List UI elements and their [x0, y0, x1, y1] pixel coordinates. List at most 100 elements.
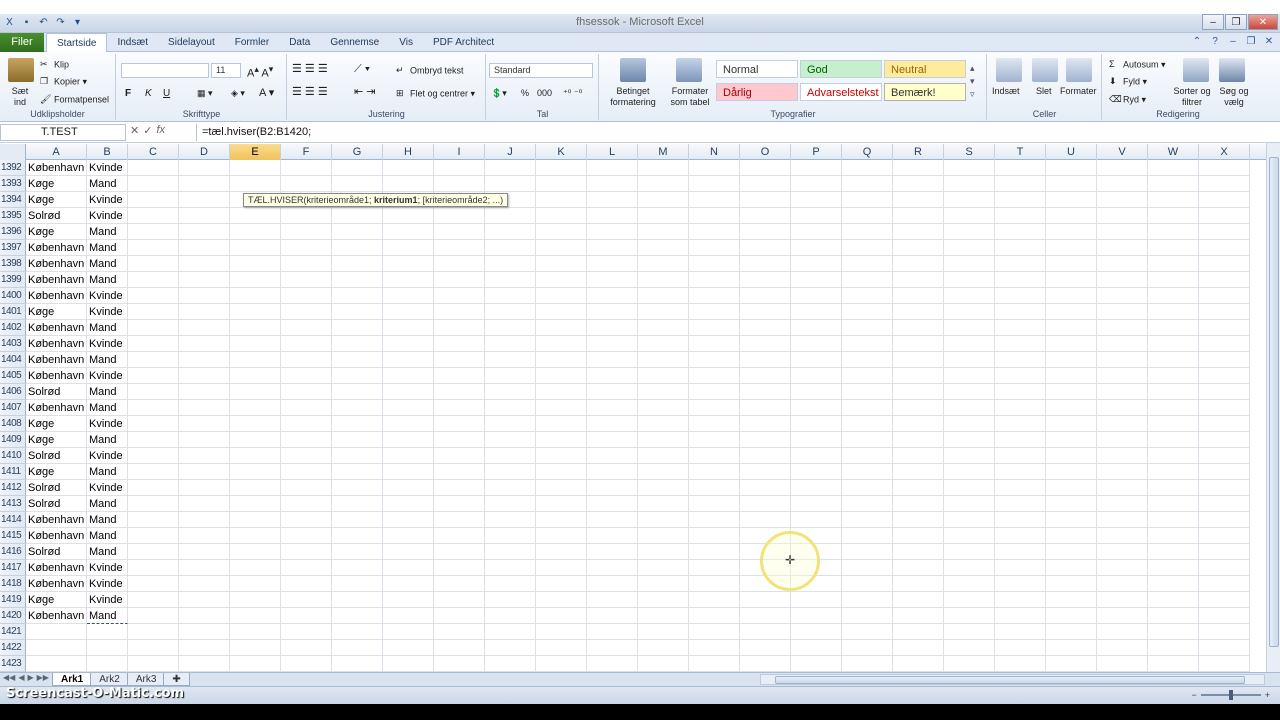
cell-f[interactable]	[281, 464, 332, 480]
cell-c[interactable]	[128, 256, 179, 272]
cell-w[interactable]	[1148, 608, 1199, 624]
cell-i[interactable]	[434, 368, 485, 384]
cell-g[interactable]	[332, 288, 383, 304]
cell-d[interactable]	[179, 512, 230, 528]
cell-w[interactable]	[1148, 208, 1199, 224]
cell-b[interactable]: Mand	[87, 224, 128, 240]
cell-m[interactable]	[638, 592, 689, 608]
cell-w[interactable]	[1148, 176, 1199, 192]
cell-d[interactable]	[179, 576, 230, 592]
workbook-close-icon[interactable]: ✕	[1262, 35, 1276, 49]
cell-j[interactable]	[485, 320, 536, 336]
cell-e[interactable]	[230, 304, 281, 320]
cell-b[interactable]: Kvinde	[87, 160, 128, 176]
cell-p[interactable]	[791, 480, 842, 496]
cell-h[interactable]	[383, 400, 434, 416]
cell-r[interactable]	[893, 528, 944, 544]
vertical-scroll-thumb[interactable]	[1269, 157, 1279, 647]
cell-t[interactable]	[995, 368, 1046, 384]
cell-e[interactable]	[230, 592, 281, 608]
cell-k[interactable]	[536, 320, 587, 336]
cell-m[interactable]	[638, 528, 689, 544]
copy-button[interactable]: ❐ Kopier ▾	[40, 76, 87, 88]
cell-o[interactable]	[740, 256, 791, 272]
cell-h[interactable]	[383, 368, 434, 384]
cell-x[interactable]	[1199, 496, 1250, 512]
cell-g[interactable]	[332, 320, 383, 336]
cell-n[interactable]	[689, 464, 740, 480]
cell-r[interactable]	[893, 288, 944, 304]
cell-l[interactable]	[587, 544, 638, 560]
cell-g[interactable]	[332, 480, 383, 496]
cell-r[interactable]	[893, 368, 944, 384]
cell-u[interactable]	[1046, 176, 1097, 192]
cell-v[interactable]	[1097, 608, 1148, 624]
cell-a[interactable]: København	[26, 240, 87, 256]
cell-s[interactable]	[944, 208, 995, 224]
cell-t[interactable]	[995, 240, 1046, 256]
cell-r[interactable]	[893, 272, 944, 288]
cell-x[interactable]	[1199, 192, 1250, 208]
cell-a[interactable]: Køge	[26, 416, 87, 432]
cell-b[interactable]: Mand	[87, 176, 128, 192]
cell-q[interactable]	[842, 304, 893, 320]
cell-x[interactable]	[1199, 432, 1250, 448]
cell-d[interactable]	[179, 496, 230, 512]
cell-i[interactable]	[434, 608, 485, 624]
percent-button[interactable]: %	[521, 88, 529, 99]
cell-g[interactable]	[332, 608, 383, 624]
cell-v[interactable]	[1097, 592, 1148, 608]
font-size-select[interactable]: 11	[211, 63, 241, 78]
cell-u[interactable]	[1046, 592, 1097, 608]
cell-s[interactable]	[944, 272, 995, 288]
cell-h[interactable]	[383, 480, 434, 496]
cell-p[interactable]	[791, 160, 842, 176]
cell-p[interactable]	[791, 272, 842, 288]
cell-t[interactable]	[995, 176, 1046, 192]
cell-f[interactable]	[281, 224, 332, 240]
cell-a[interactable]: København	[26, 352, 87, 368]
cell-t[interactable]	[995, 624, 1046, 640]
cell-s[interactable]	[944, 192, 995, 208]
cell-r[interactable]	[893, 336, 944, 352]
cell-l[interactable]	[587, 224, 638, 240]
cell-v[interactable]	[1097, 224, 1148, 240]
cell-i[interactable]	[434, 560, 485, 576]
cell-x[interactable]	[1199, 256, 1250, 272]
cell-r[interactable]	[893, 512, 944, 528]
cell-j[interactable]	[485, 336, 536, 352]
cell-s[interactable]	[944, 416, 995, 432]
cell-g[interactable]	[332, 176, 383, 192]
cell-i[interactable]	[434, 496, 485, 512]
row-header[interactable]: 1400	[0, 288, 26, 304]
cell-n[interactable]	[689, 304, 740, 320]
cell-q[interactable]	[842, 512, 893, 528]
number-format-select[interactable]: Standard	[489, 63, 593, 78]
cell-p[interactable]	[791, 288, 842, 304]
cell-h[interactable]	[383, 416, 434, 432]
cell-k[interactable]	[536, 576, 587, 592]
cell-t[interactable]	[995, 432, 1046, 448]
cell-s[interactable]	[944, 624, 995, 640]
cell-p[interactable]	[791, 384, 842, 400]
cell-i[interactable]	[434, 304, 485, 320]
cell-i[interactable]	[434, 592, 485, 608]
cell-d[interactable]	[179, 336, 230, 352]
cell-s[interactable]	[944, 336, 995, 352]
cell-t[interactable]	[995, 592, 1046, 608]
row-header[interactable]: 1416	[0, 544, 26, 560]
column-header[interactable]: U	[1046, 144, 1097, 160]
cell-t[interactable]	[995, 304, 1046, 320]
cell-v[interactable]	[1097, 416, 1148, 432]
cell-r[interactable]	[893, 224, 944, 240]
cell-n[interactable]	[689, 592, 740, 608]
cell-f[interactable]	[281, 240, 332, 256]
cell-k[interactable]	[536, 512, 587, 528]
row-header[interactable]: 1411	[0, 464, 26, 480]
cell-q[interactable]	[842, 400, 893, 416]
cell-x[interactable]	[1199, 208, 1250, 224]
column-header[interactable]: I	[434, 144, 485, 160]
cell-e[interactable]	[230, 256, 281, 272]
cell-v[interactable]	[1097, 544, 1148, 560]
cell-k[interactable]	[536, 240, 587, 256]
